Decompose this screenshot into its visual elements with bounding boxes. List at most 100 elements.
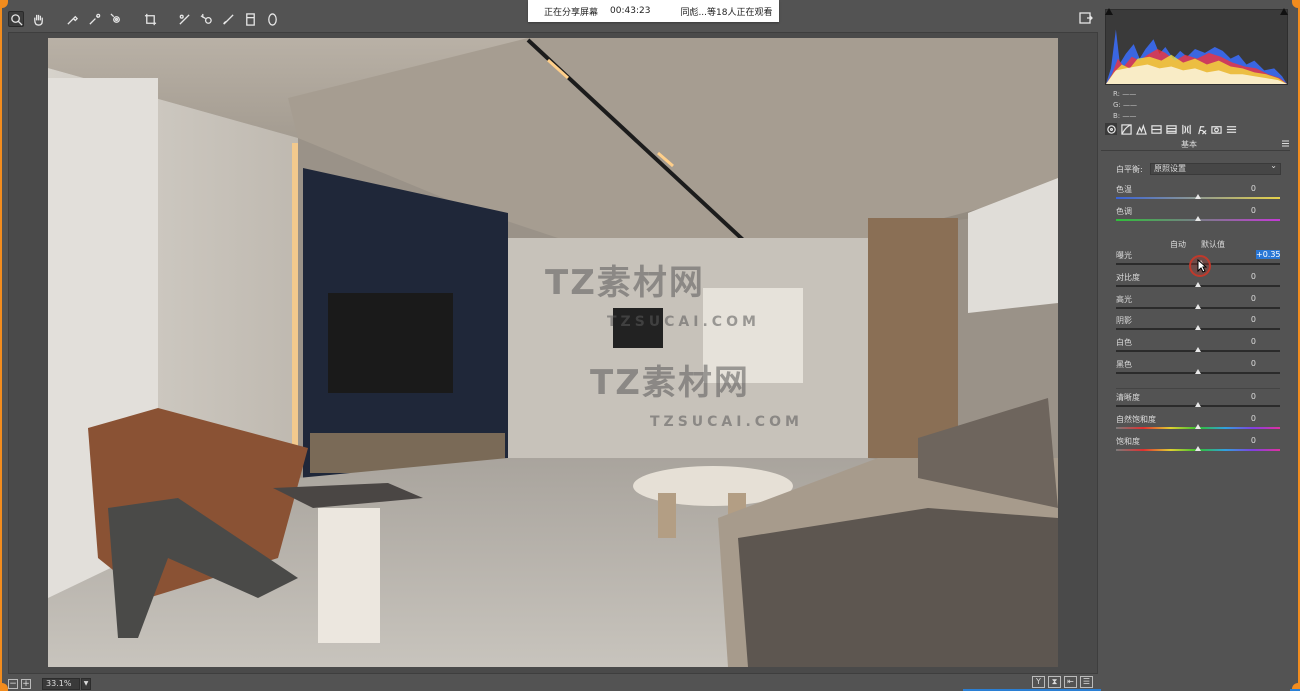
watermark-domain: TZSUCAI.COM	[650, 414, 803, 430]
slider-value-field[interactable]: 0	[1216, 315, 1256, 324]
slider-value-field[interactable]: 0	[1216, 337, 1256, 346]
hsl-tab-icon[interactable]	[1150, 123, 1162, 135]
viewer-count[interactable]: 同彪...等18人正在观看	[680, 5, 772, 18]
slider-value-field[interactable]: 0	[1216, 436, 1256, 445]
zoom-tool-icon[interactable]	[8, 11, 24, 27]
slider-thumb[interactable]	[1195, 347, 1201, 352]
slider-value-field[interactable]: 0	[1216, 184, 1256, 193]
basic-tab-icon[interactable]	[1105, 123, 1117, 135]
share-frame-corner	[1292, 0, 1300, 8]
screen-share-banner: 正在分享屏幕 00:43:23 同彪...等18人正在观看	[528, 0, 779, 22]
slider-label: 色调	[1116, 207, 1132, 216]
white-balance-row: 白平衡: 原照设置	[1116, 161, 1281, 175]
mouse-cursor-icon	[1197, 259, 1207, 273]
shadow-clipping-icon[interactable]	[1105, 8, 1113, 15]
slider-label: 色温	[1116, 185, 1132, 194]
slider-row: 自然饱和度 0	[1116, 414, 1280, 436]
camera-calibration-tab-icon[interactable]	[1210, 123, 1222, 135]
zoom-in-button[interactable]: +	[21, 678, 31, 689]
presets-tab-icon[interactable]	[1225, 123, 1237, 135]
auto-button[interactable]: 自动	[1170, 239, 1186, 250]
open-object-icon[interactable]	[1079, 11, 1095, 27]
slider-value-field[interactable]: 0	[1216, 359, 1256, 368]
crop-tool-icon[interactable]	[142, 11, 158, 27]
adjustment-panel: R: —— G: —— B: —— 基本 白平衡: 原照设置 色温 0 色调 0 曝光 +…	[1101, 5, 1290, 691]
effects-tab-icon[interactable]	[1195, 123, 1207, 135]
slider-value-field[interactable]: 0	[1216, 414, 1256, 423]
slider-label: 黑色	[1116, 360, 1132, 369]
share-frame-corner	[0, 0, 8, 8]
lens-corrections-tab-icon[interactable]	[1180, 123, 1192, 135]
slider-value-field[interactable]: +0.35	[1256, 250, 1281, 259]
preview-image[interactable]	[48, 38, 1058, 667]
slider-row: 色调 0	[1116, 206, 1280, 228]
slider-value-field[interactable]: 0	[1216, 392, 1256, 401]
panel-tabs	[1105, 123, 1237, 135]
default-button[interactable]: 默认值	[1201, 239, 1225, 250]
slider-row: 饱和度 0	[1116, 436, 1280, 458]
slider-row: 高光 0	[1116, 294, 1280, 316]
slider-value-field[interactable]: 0	[1216, 272, 1256, 281]
slider-label: 饱和度	[1116, 437, 1140, 446]
adjustment-brush-icon[interactable]	[220, 11, 236, 27]
graduated-filter-icon[interactable]	[242, 11, 258, 27]
slider-label: 阴影	[1116, 316, 1132, 325]
copy-settings-button[interactable]: ⇤	[1064, 676, 1077, 688]
share-frame-corner	[0, 683, 8, 691]
swap-before-after-button[interactable]: ⧗	[1048, 676, 1061, 688]
panel-title: 基本	[1181, 140, 1197, 149]
zoom-level[interactable]: 33.1%	[42, 677, 80, 690]
preview-preferences-button[interactable]: ☰	[1080, 676, 1093, 688]
slider-label: 白色	[1116, 338, 1132, 347]
sharing-status: 正在分享屏幕	[544, 7, 599, 18]
watermark-logo: TZ素材网	[545, 263, 705, 303]
slider-value-field[interactable]: 0	[1216, 294, 1256, 303]
detail-tab-icon[interactable]	[1135, 123, 1147, 135]
white-balance-select[interactable]: 原照设置	[1150, 161, 1281, 175]
slider-row: 黑色 0	[1116, 359, 1280, 381]
share-frame-left	[0, 0, 2, 691]
slider-label: 高光	[1116, 295, 1132, 304]
color-sampler-tool-icon[interactable]	[86, 11, 102, 27]
slider-thumb[interactable]	[1195, 194, 1201, 199]
zoom-dropdown-icon[interactable]: ▼	[81, 677, 91, 690]
slider-value-field[interactable]: 0	[1216, 206, 1256, 215]
targeted-adjustment-tool-icon[interactable]	[108, 11, 124, 27]
slider-thumb[interactable]	[1195, 304, 1201, 309]
straighten-tool-icon[interactable]	[176, 11, 192, 27]
slider-thumb[interactable]	[1195, 424, 1201, 429]
slider-row: 白色 0	[1116, 337, 1280, 359]
slider-label: 清晰度	[1116, 393, 1140, 402]
slider-thumb[interactable]	[1195, 402, 1201, 407]
tone-curve-tab-icon[interactable]	[1120, 123, 1132, 135]
slider-row: 清晰度 0	[1116, 392, 1280, 414]
slider-label: 对比度	[1116, 273, 1140, 282]
slider-row: 阴影 0	[1116, 315, 1280, 337]
white-balance-tool-icon[interactable]	[64, 11, 80, 27]
before-after-toggle[interactable]: Y	[1032, 676, 1045, 688]
white-balance-label: 白平衡:	[1116, 164, 1143, 174]
rgb-readout: R: —— G: —— B: ——	[1113, 90, 1138, 120]
spot-removal-tool-icon[interactable]	[198, 11, 214, 27]
slider-thumb[interactable]	[1195, 282, 1201, 287]
watermark-logo: TZ素材网	[590, 363, 750, 403]
slider-row: 色温 0	[1116, 184, 1280, 206]
highlight-clipping-icon[interactable]	[1280, 8, 1288, 15]
hand-tool-icon[interactable]	[30, 11, 46, 27]
slider-thumb[interactable]	[1195, 325, 1201, 330]
panel-header: 基本	[1101, 139, 1290, 151]
split-toning-tab-icon[interactable]	[1165, 123, 1177, 135]
slider-label: 曝光	[1116, 251, 1132, 260]
watermark-domain: TZSUCAI.COM	[607, 314, 760, 330]
panel-menu-icon[interactable]	[1282, 140, 1289, 147]
section-divider	[1116, 388, 1280, 389]
view-buttons: Y ⧗ ⇤ ☰	[1032, 676, 1093, 688]
radial-filter-icon[interactable]	[264, 11, 280, 27]
zoom-out-button[interactable]: −	[8, 678, 18, 689]
slider-label: 自然饱和度	[1116, 415, 1156, 424]
slider-thumb[interactable]	[1195, 369, 1201, 374]
histogram	[1105, 9, 1288, 85]
slider-thumb[interactable]	[1195, 216, 1201, 221]
slider-thumb[interactable]	[1195, 446, 1201, 451]
share-timer: 00:43:23	[610, 6, 651, 16]
